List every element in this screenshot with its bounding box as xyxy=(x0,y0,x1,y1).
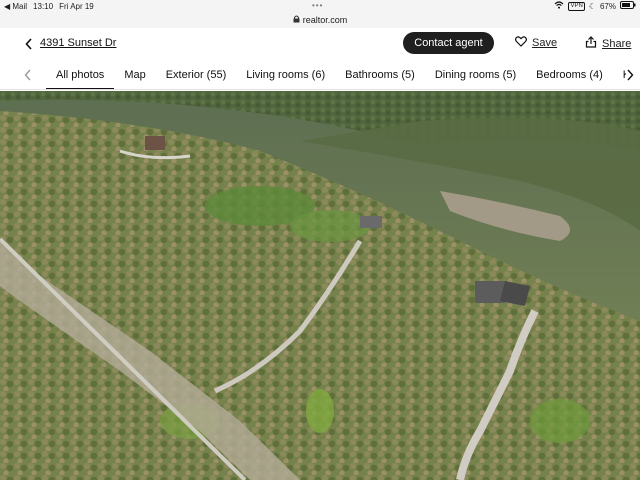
back-chevron-icon[interactable] xyxy=(22,37,36,51)
clock-date: Fri Apr 19 xyxy=(59,1,94,11)
listing-address-link[interactable]: 4391 Sunset Dr xyxy=(40,37,116,49)
heart-icon xyxy=(515,36,527,50)
save-label: Save xyxy=(532,37,558,49)
moon-icon: ☾ xyxy=(588,1,596,11)
browser-address-bar[interactable]: realtor.com xyxy=(0,12,640,28)
listing-photo[interactable] xyxy=(0,91,640,480)
share-button[interactable]: Share xyxy=(585,36,631,51)
vpn-badge: VPN xyxy=(568,1,585,11)
share-icon xyxy=(585,36,597,51)
tab-exterior[interactable]: Exterior (55) xyxy=(156,60,237,89)
tab-living-rooms[interactable]: Living rooms (6) xyxy=(236,60,335,89)
contact-agent-button[interactable]: Contact agent xyxy=(403,32,494,54)
tab-all-photos[interactable]: All photos xyxy=(46,60,115,89)
back-to-app-link[interactable]: ◀ Mail xyxy=(4,2,27,11)
photo-category-tabs: All photos Map Exterior (55) Living room… xyxy=(0,60,640,90)
battery-percent: 67% xyxy=(599,1,616,11)
url-text: realtor.com xyxy=(302,15,348,25)
lock-icon xyxy=(293,15,300,25)
listing-header: 4391 Sunset Dr Contact agent Save Share xyxy=(0,28,640,60)
battery-icon xyxy=(620,1,636,11)
tab-bathrooms[interactable]: Bathrooms (5) xyxy=(335,60,425,89)
aerial-forest-photo xyxy=(0,91,640,480)
chevron-right-icon[interactable] xyxy=(626,68,638,82)
tab-list: All photos Map Exterior (55) Living room… xyxy=(46,60,640,89)
status-bar: ◀ Mail 13:10 Fri Apr 19 ••• VPN ☾ 67% xyxy=(0,0,640,12)
tab-map[interactable]: Map xyxy=(114,60,155,89)
clock-time: 13:10 xyxy=(33,1,54,11)
multitask-dots-icon[interactable]: ••• xyxy=(312,1,323,10)
share-label: Share xyxy=(602,37,632,50)
save-button[interactable]: Save xyxy=(515,36,557,50)
tab-dining-rooms[interactable]: Dining rooms (5) xyxy=(425,60,526,89)
wifi-icon xyxy=(554,1,564,11)
tab-bedrooms[interactable]: Bedrooms (4) xyxy=(526,60,613,89)
chevron-left-icon[interactable] xyxy=(24,68,36,82)
